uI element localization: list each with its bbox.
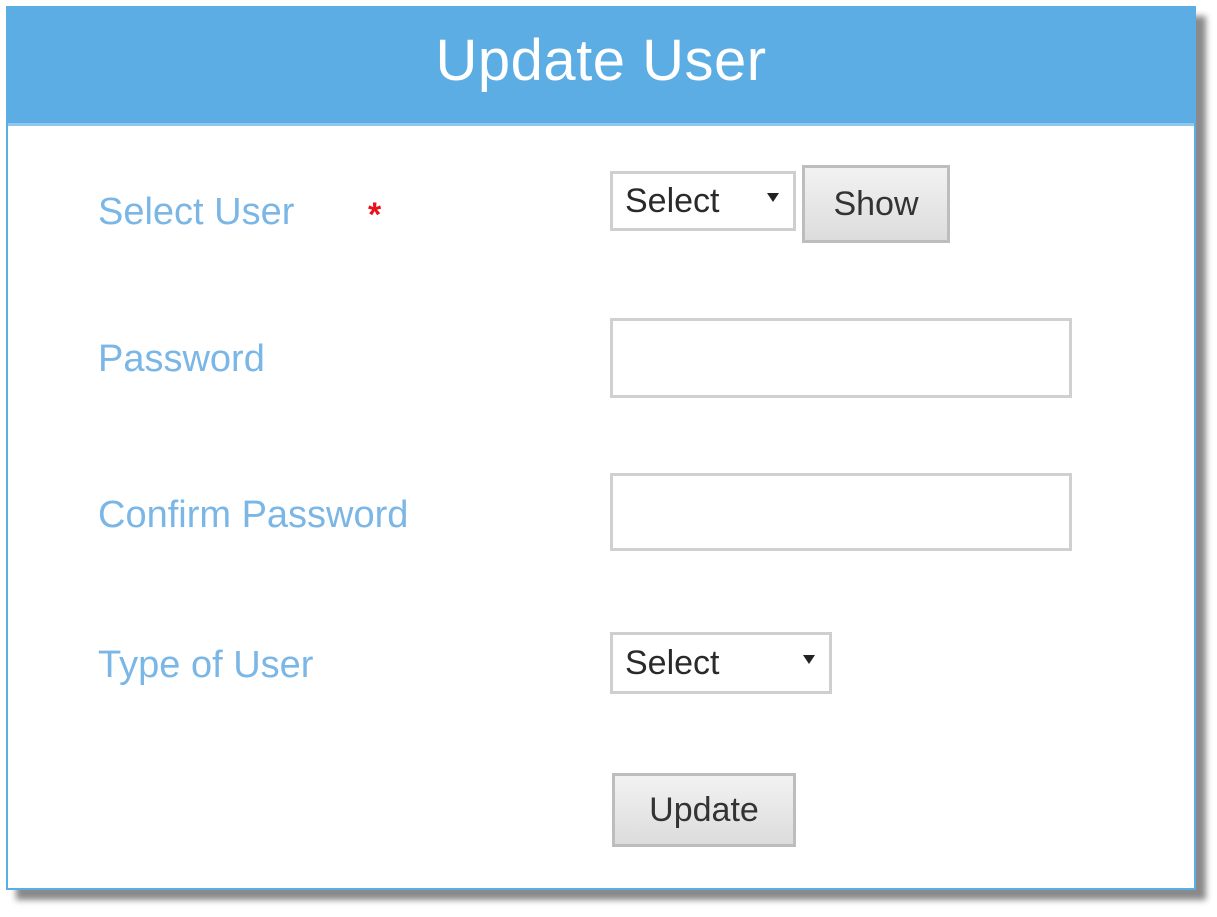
show-button-label: Show (833, 184, 919, 223)
show-button[interactable]: Show (802, 165, 950, 243)
chevron-down-icon (803, 655, 815, 664)
select-user-dropdown[interactable]: Select (610, 171, 796, 231)
panel-header: Update User (8, 8, 1194, 126)
update-button[interactable]: Update (612, 773, 796, 847)
type-of-user-value: Select (625, 643, 720, 682)
password-input[interactable] (610, 318, 1072, 398)
chevron-down-icon (767, 193, 779, 202)
confirm-password-label: Confirm Password (98, 494, 409, 536)
required-asterisk: * (368, 196, 382, 234)
type-of-user-label: Type of User (98, 644, 314, 686)
password-label: Password (98, 338, 265, 380)
type-of-user-dropdown[interactable]: Select (610, 632, 832, 694)
panel-title: Update User (435, 28, 767, 93)
update-button-label: Update (649, 790, 759, 829)
select-user-value: Select (625, 181, 720, 220)
confirm-password-input[interactable] (610, 473, 1072, 551)
select-user-label: Select User (98, 191, 295, 233)
update-user-panel: Update User Select User * Select Show Pa… (6, 6, 1196, 890)
